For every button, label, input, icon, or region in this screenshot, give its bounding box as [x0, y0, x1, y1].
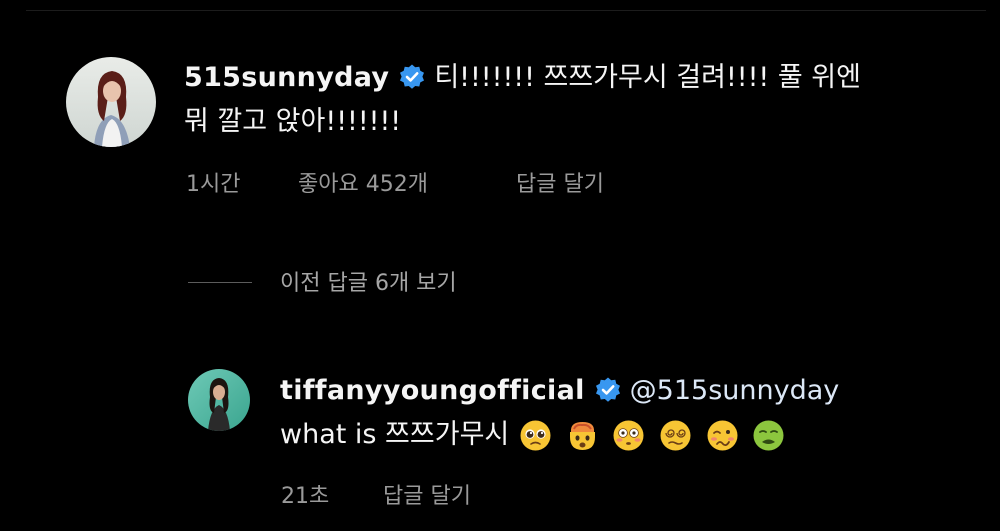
verified-badge-icon: [398, 63, 426, 91]
reply-body: tiffanyyoungofficial @515sunnyday what is…: [280, 369, 960, 463]
reply-reply-button[interactable]: 답글 달기: [383, 478, 471, 510]
avatar-image: [188, 369, 250, 431]
woozy-face-emoji: [706, 419, 739, 452]
avatar-tiffanyyoungofficial[interactable]: [188, 369, 250, 431]
avatar-image: [66, 57, 156, 147]
top-divider: [26, 10, 986, 11]
reply-time: 21초: [281, 484, 330, 509]
comment-username[interactable]: 515sunnyday: [184, 62, 389, 93]
reply-text: what is 쯔쯔가무시: [280, 419, 510, 450]
avatar-515sunnyday[interactable]: [66, 57, 156, 147]
nauseated-face-emoji: [752, 419, 785, 452]
comment-likes[interactable]: 좋아요 452개: [298, 166, 428, 198]
view-previous-replies-button[interactable]: 이전 답글 6개 보기: [280, 265, 457, 297]
comment-reply-button[interactable]: 답글 달기: [516, 166, 604, 198]
reply-mention-link[interactable]: @515sunnyday: [630, 375, 840, 406]
reply-line-2: what is 쯔쯔가무시: [280, 413, 960, 463]
replies-divider-line: [188, 282, 252, 283]
comment-text-line-2: 뭐 깔고 앉아!!!!!!!: [184, 106, 402, 137]
reply-line-1: tiffanyyoungofficial @515sunnyday: [280, 369, 960, 413]
comment-text-line-1: 티!!!!!!! 쯔쯔가무시 걸려!!!! 풀 위엔: [434, 62, 861, 93]
pleading-face-emoji: [519, 419, 552, 452]
comment-line-1: 515sunnyday 티!!!!!!! 쯔쯔가무시 걸려!!!! 풀 위엔: [184, 56, 964, 100]
emoji-row: [519, 419, 790, 463]
exploding-head-emoji: [566, 419, 599, 452]
verified-badge-icon: [594, 376, 622, 404]
reply-username[interactable]: tiffanyyoungofficial: [280, 375, 585, 406]
comment-body: 515sunnyday 티!!!!!!! 쯔쯔가무시 걸려!!!! 풀 위엔 뭐 …: [184, 56, 964, 144]
dizzy-face-emoji: [659, 419, 692, 452]
comment-time: 1시간: [186, 172, 241, 197]
flushed-face-emoji: [612, 419, 645, 452]
